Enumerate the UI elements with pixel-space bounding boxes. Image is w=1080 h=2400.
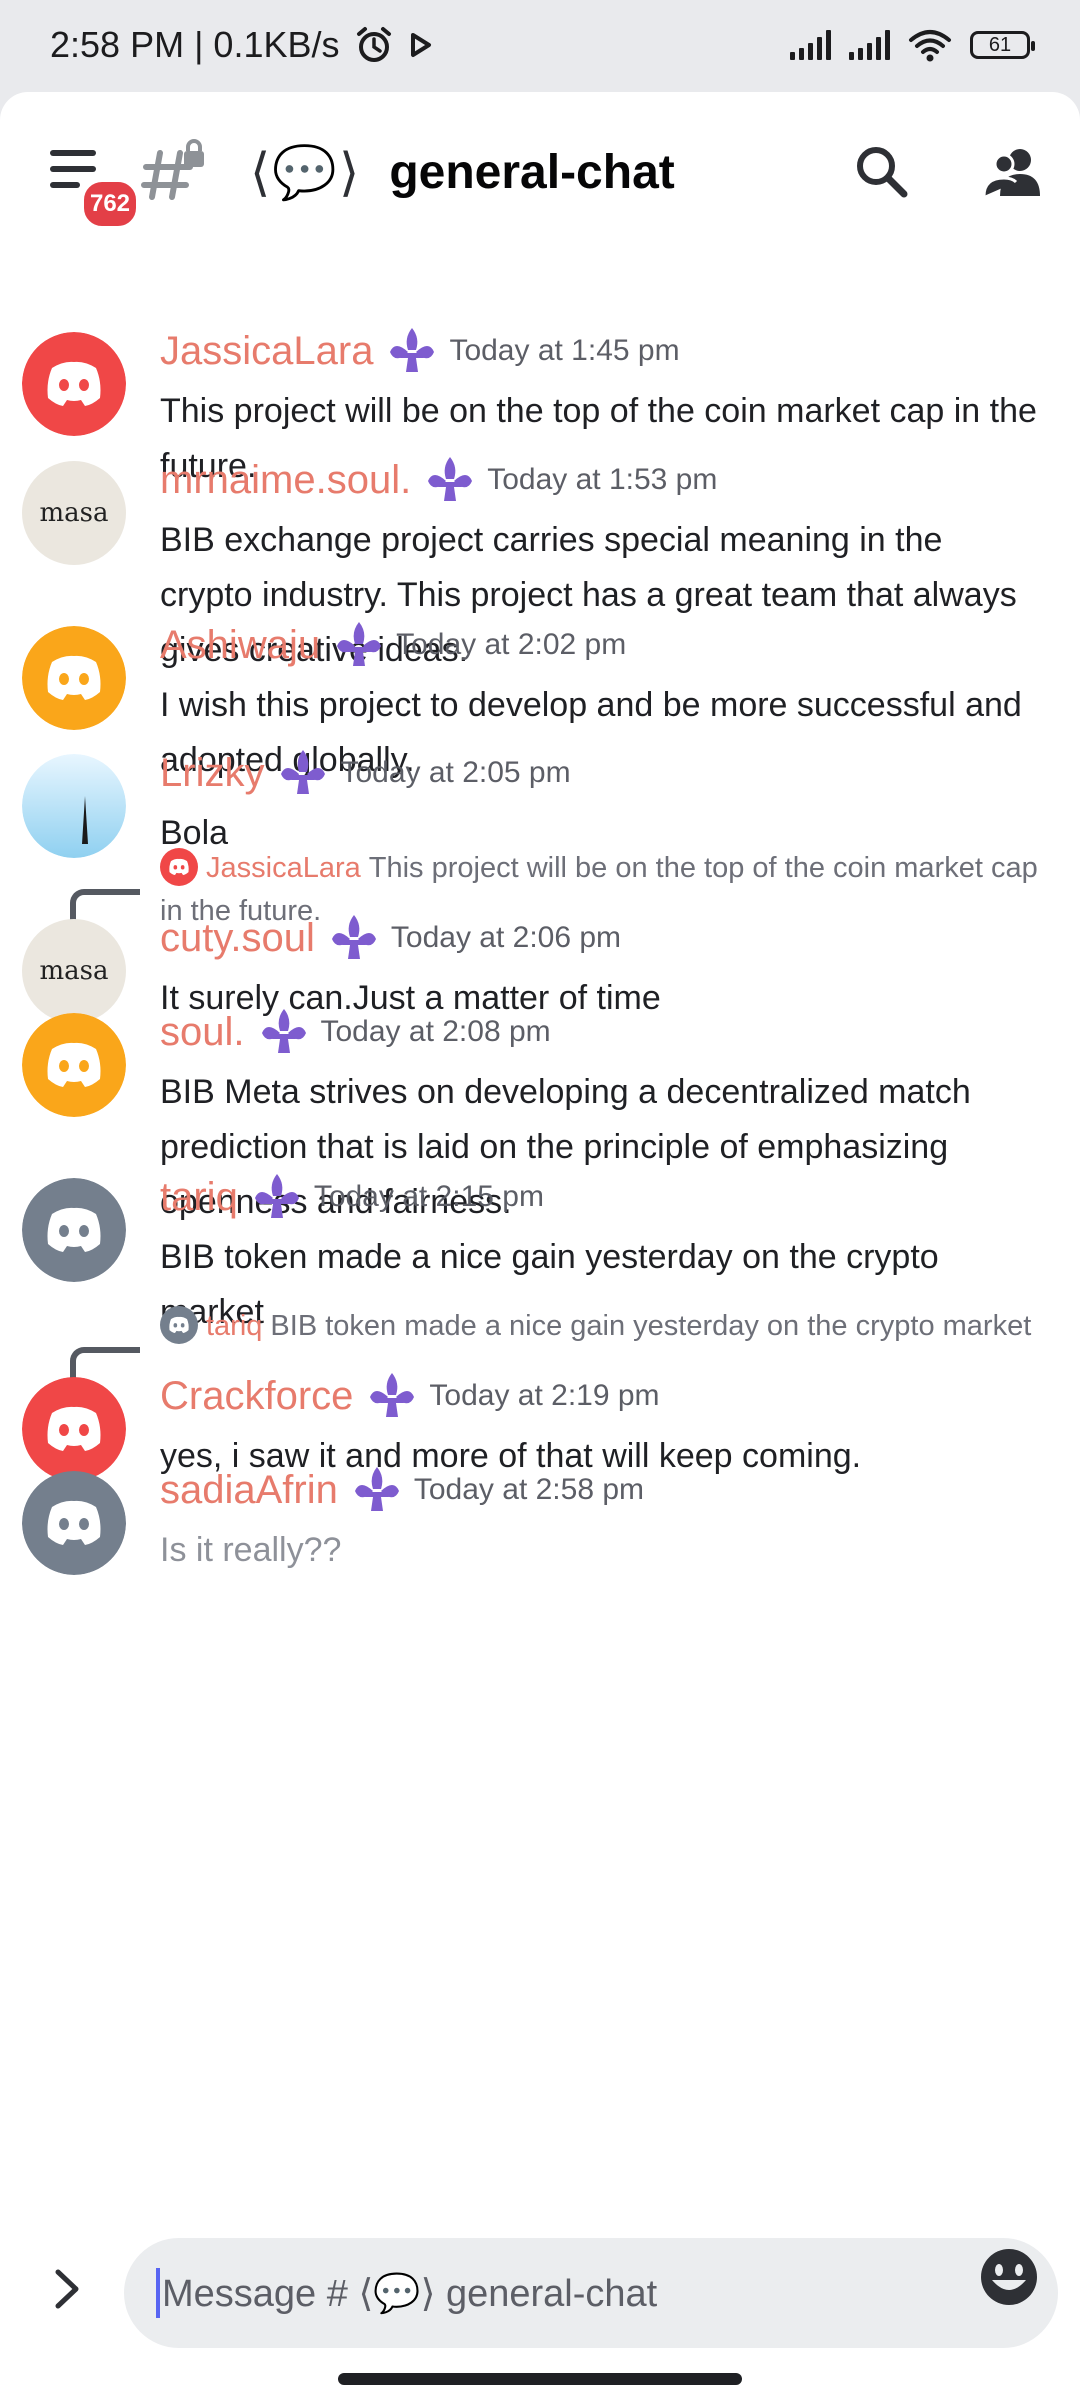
- text-caret: [156, 2268, 160, 2318]
- message-timestamp: Today at 2:02 pm: [396, 628, 627, 661]
- avatar[interactable]: [22, 1377, 126, 1481]
- message-composer: Message # ⟨💬⟩ general-chat: [0, 2222, 1080, 2362]
- status-time: 2:58 PM | 0.1KB/s: [50, 24, 340, 65]
- message-header: sadiaAfrin Today at 2:58 pm: [160, 1465, 644, 1515]
- message-timestamp: Today at 1:45 pm: [449, 334, 680, 367]
- avatar[interactable]: [22, 1471, 126, 1575]
- reply-text: BIB token made a nice gain yesterday on …: [270, 1310, 1032, 1342]
- message-author[interactable]: cuty.soul: [160, 916, 315, 961]
- message-author[interactable]: tariq: [160, 1175, 238, 1220]
- avatar[interactable]: masa: [22, 461, 126, 565]
- menu-icon-bar: [50, 150, 96, 156]
- channel-header: 762 ⟨💬⟩ general-chat: [0, 92, 1080, 252]
- fleur-de-lis-icon: [259, 1007, 309, 1057]
- chevron-right-icon[interactable]: [48, 2264, 88, 2314]
- message-header: Ashiwaju Today at 2:02 pm: [160, 620, 626, 670]
- fleur-de-lis-icon: [352, 1465, 402, 1515]
- fleur-de-lis-icon: [334, 620, 384, 670]
- home-indicator: [338, 2373, 742, 2385]
- search-icon[interactable]: [852, 142, 912, 202]
- channel-emoji: ⟨💬⟩: [250, 143, 362, 202]
- fleur-de-lis-icon: [387, 326, 437, 376]
- reply-avatar: [160, 848, 198, 886]
- message-author[interactable]: soul.: [160, 1010, 245, 1055]
- message-header: tariq Today at 2:15 pm: [160, 1172, 544, 1222]
- message-timestamp: Today at 2:05 pm: [340, 756, 571, 789]
- battery-indicator: 61: [970, 31, 1035, 59]
- emoji-icon[interactable]: [978, 2246, 1040, 2308]
- reply-author: JassicaLara: [206, 852, 361, 884]
- message-timestamp: Today at 2:15 pm: [313, 1180, 544, 1213]
- signal-icon: [790, 30, 831, 60]
- fleur-de-lis-icon: [278, 748, 328, 798]
- reply-avatar: [160, 1306, 198, 1344]
- message-author[interactable]: Ashiwaju: [160, 623, 320, 668]
- message-header: cuty.soul Today at 2:06 pm: [160, 913, 621, 963]
- message-header: Crackforce Today at 2:19 pm: [160, 1371, 660, 1421]
- fleur-de-lis-icon: [367, 1371, 417, 1421]
- avatar-text: masa: [39, 498, 109, 528]
- fleur-de-lis-icon: [329, 913, 379, 963]
- menu-button[interactable]: 762: [40, 142, 140, 230]
- message-timestamp: Today at 2:06 pm: [390, 921, 622, 954]
- status-bar: 2:58 PM | 0.1KB/s 61: [0, 0, 1080, 90]
- message-timestamp: Today at 2:08 pm: [320, 1015, 551, 1048]
- message-header: JassicaLara Today at 1:45 pm: [160, 326, 680, 376]
- alarm-icon: [356, 27, 391, 62]
- avatar[interactable]: [22, 332, 126, 436]
- message-timestamp: Today at 2:19 pm: [429, 1379, 660, 1412]
- signal-icon-2: [849, 30, 890, 60]
- message-author[interactable]: Lrizky: [160, 751, 264, 796]
- chat-screen: 762 ⟨💬⟩ general-chat JassicaLara Today at…: [0, 92, 1080, 2400]
- avatar[interactable]: [22, 1013, 126, 1117]
- message-text: Is it really??: [160, 1531, 342, 1569]
- message-author[interactable]: Crackforce: [160, 1374, 353, 1419]
- message-author[interactable]: mrnaime.soul.: [160, 458, 411, 503]
- play-icon: [410, 33, 431, 57]
- avatar[interactable]: [22, 1178, 126, 1282]
- reply-preview[interactable]: tariq BIB token made a nice gain yesterda…: [160, 1305, 1050, 1348]
- message-timestamp: Today at 1:53 pm: [487, 463, 718, 496]
- reply-author: tariq: [206, 1310, 263, 1342]
- message-input[interactable]: Message # ⟨💬⟩ general-chat: [124, 2238, 1058, 2348]
- message-header: Lrizky Today at 2:05 pm: [160, 748, 571, 798]
- message-author[interactable]: JassicaLara: [160, 329, 373, 374]
- locked-channel-icon: [141, 139, 204, 200]
- avatar[interactable]: [22, 754, 126, 858]
- message-header: soul. Today at 2:08 pm: [160, 1007, 551, 1057]
- wifi-icon: [909, 30, 951, 62]
- channel-title: general-chat: [389, 145, 675, 199]
- fleur-de-lis-icon: [252, 1172, 302, 1222]
- message-input-placeholder: Message # ⟨💬⟩ general-chat: [162, 2272, 658, 2315]
- menu-icon-bar: [50, 166, 96, 172]
- message-author[interactable]: sadiaAfrin: [160, 1468, 338, 1513]
- avatar[interactable]: [22, 626, 126, 730]
- menu-icon-bar: [50, 182, 80, 188]
- message-timestamp: Today at 2:58 pm: [413, 1473, 645, 1506]
- fleur-de-lis-icon: [425, 455, 475, 505]
- unread-badge: 762: [80, 178, 140, 230]
- avatar-text: masa: [39, 956, 109, 986]
- members-icon[interactable]: [982, 142, 1042, 202]
- avatar[interactable]: masa: [22, 919, 126, 1023]
- message-header: mrnaime.soul. Today at 1:53 pm: [160, 455, 717, 505]
